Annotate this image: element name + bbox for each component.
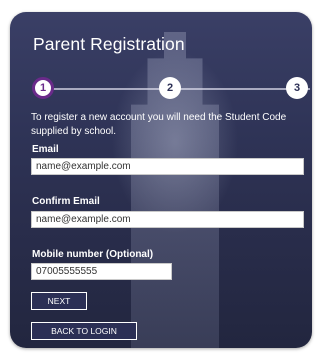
page-title: Parent Registration	[33, 34, 185, 54]
back-to-login-button[interactable]: BACK TO LOGIN	[31, 322, 137, 340]
confirm-email-label: Confirm Email	[32, 196, 100, 207]
mobile-field[interactable]: 07005555555	[31, 263, 172, 280]
confirm-email-field[interactable]: name@example.com	[31, 211, 304, 228]
step-3-indicator: 3	[286, 77, 308, 99]
registration-card: Parent Registration 1 2 3 To register a …	[10, 12, 312, 348]
next-button[interactable]: NEXT	[31, 292, 87, 310]
email-field[interactable]: name@example.com	[31, 158, 304, 175]
step-2-indicator: 2	[159, 77, 181, 99]
email-label: Email	[32, 144, 59, 155]
step-1-indicator: 1	[32, 77, 54, 99]
intro-text: To register a new account you will need …	[31, 112, 287, 137]
mobile-label: Mobile number (Optional)	[32, 249, 154, 260]
